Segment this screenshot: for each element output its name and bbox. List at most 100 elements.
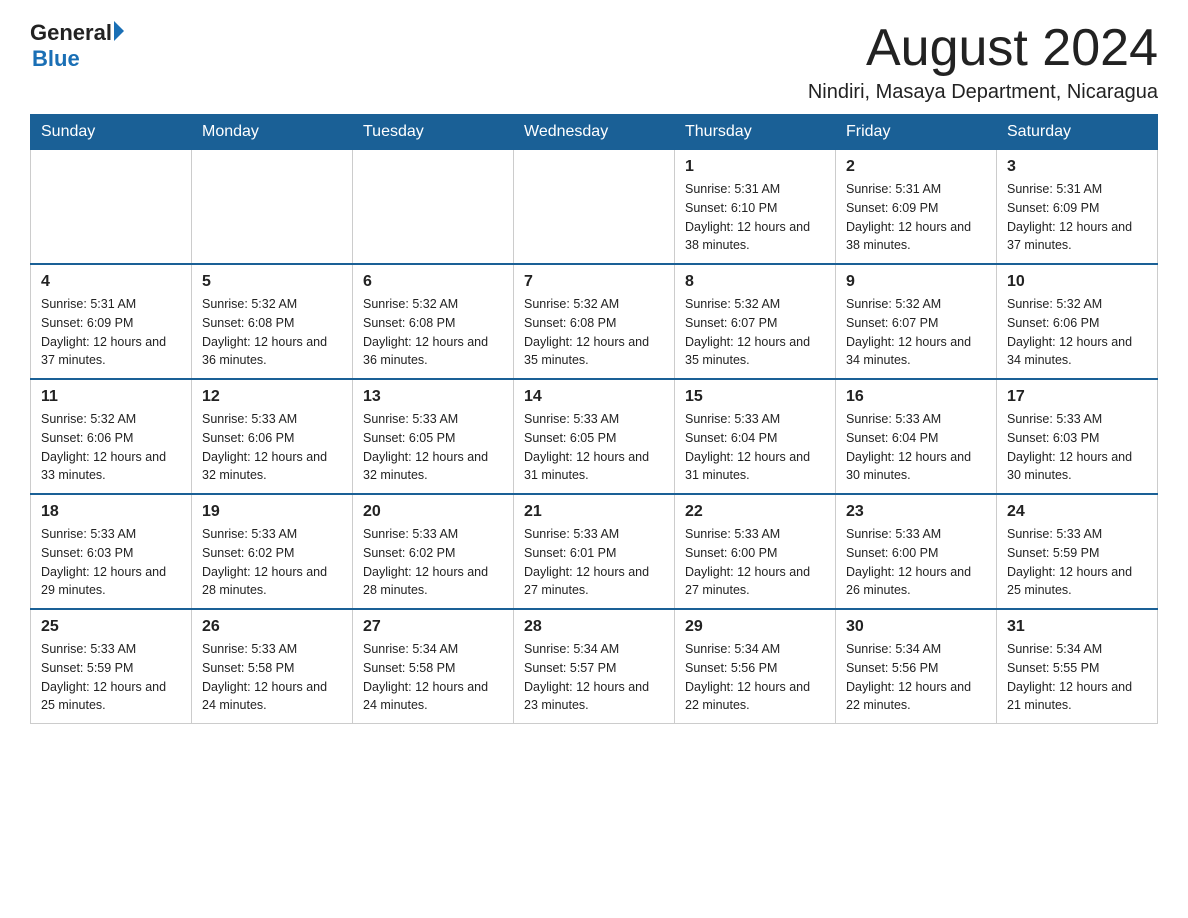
day-info: Sunrise: 5:33 AM Sunset: 6:03 PM Dayligh… <box>41 527 166 597</box>
day-info: Sunrise: 5:33 AM Sunset: 5:59 PM Dayligh… <box>1007 527 1132 597</box>
day-info: Sunrise: 5:33 AM Sunset: 6:05 PM Dayligh… <box>363 412 488 482</box>
calendar-cell: 13 Sunrise: 5:33 AM Sunset: 6:05 PM Dayli… <box>353 379 514 494</box>
calendar-week-row: 1 Sunrise: 5:31 AM Sunset: 6:10 PM Daylig… <box>31 150 1158 265</box>
day-number: 1 <box>685 158 825 176</box>
day-number: 7 <box>524 273 664 291</box>
day-number: 10 <box>1007 273 1147 291</box>
calendar-cell <box>353 150 514 265</box>
day-number: 18 <box>41 503 181 521</box>
calendar-cell: 31Sunrise: 5:34 AM Sunset: 5:55 PM Dayli… <box>997 609 1158 724</box>
calendar-cell: 21Sunrise: 5:33 AM Sunset: 6:01 PM Dayli… <box>514 494 675 609</box>
day-number: 26 <box>202 618 342 636</box>
calendar-cell: 20 Sunrise: 5:33 AM Sunset: 6:02 PM Dayli… <box>353 494 514 609</box>
day-number: 4 <box>41 273 181 291</box>
calendar-cell: 12 Sunrise: 5:33 AM Sunset: 6:06 PM Dayli… <box>192 379 353 494</box>
day-number: 2 <box>846 158 986 176</box>
day-info: Sunrise: 5:34 AM Sunset: 5:57 PM Dayligh… <box>524 642 649 712</box>
day-info: Sunrise: 5:32 AM Sunset: 6:06 PM Dayligh… <box>1007 297 1132 367</box>
day-number: 6 <box>363 273 503 291</box>
calendar-cell <box>192 150 353 265</box>
calendar-cell: 26 Sunrise: 5:33 AM Sunset: 5:58 PM Dayli… <box>192 609 353 724</box>
day-info: Sunrise: 5:32 AM Sunset: 6:07 PM Dayligh… <box>846 297 971 367</box>
calendar-table: SundayMondayTuesdayWednesdayThursdayFrid… <box>30 114 1158 724</box>
calendar-cell: 22Sunrise: 5:33 AM Sunset: 6:00 PM Dayli… <box>675 494 836 609</box>
day-info: Sunrise: 5:34 AM Sunset: 5:56 PM Dayligh… <box>685 642 810 712</box>
day-info: Sunrise: 5:33 AM Sunset: 6:04 PM Dayligh… <box>846 412 971 482</box>
day-info: Sunrise: 5:33 AM Sunset: 5:59 PM Dayligh… <box>41 642 166 712</box>
calendar-cell: 15Sunrise: 5:33 AM Sunset: 6:04 PM Dayli… <box>675 379 836 494</box>
calendar-week-row: 4 Sunrise: 5:31 AM Sunset: 6:09 PM Daylig… <box>31 264 1158 379</box>
day-number: 16 <box>846 388 986 406</box>
calendar-cell: 17 Sunrise: 5:33 AM Sunset: 6:03 PM Dayli… <box>997 379 1158 494</box>
day-number: 19 <box>202 503 342 521</box>
weekday-header-sunday: Sunday <box>31 115 192 150</box>
day-info: Sunrise: 5:31 AM Sunset: 6:09 PM Dayligh… <box>41 297 166 367</box>
calendar-week-row: 11Sunrise: 5:32 AM Sunset: 6:06 PM Dayli… <box>31 379 1158 494</box>
calendar-cell: 29Sunrise: 5:34 AM Sunset: 5:56 PM Dayli… <box>675 609 836 724</box>
calendar-cell: 28Sunrise: 5:34 AM Sunset: 5:57 PM Dayli… <box>514 609 675 724</box>
logo-arrow-icon <box>114 21 124 41</box>
calendar-cell: 8Sunrise: 5:32 AM Sunset: 6:07 PM Daylig… <box>675 264 836 379</box>
day-info: Sunrise: 5:31 AM Sunset: 6:09 PM Dayligh… <box>1007 182 1132 252</box>
day-number: 14 <box>524 388 664 406</box>
weekday-header-wednesday: Wednesday <box>514 115 675 150</box>
day-info: Sunrise: 5:33 AM Sunset: 6:02 PM Dayligh… <box>363 527 488 597</box>
calendar-cell: 19 Sunrise: 5:33 AM Sunset: 6:02 PM Dayli… <box>192 494 353 609</box>
day-info: Sunrise: 5:32 AM Sunset: 6:08 PM Dayligh… <box>202 297 327 367</box>
day-info: Sunrise: 5:34 AM Sunset: 5:56 PM Dayligh… <box>846 642 971 712</box>
calendar-cell: 2 Sunrise: 5:31 AM Sunset: 6:09 PM Daylig… <box>836 150 997 265</box>
day-number: 9 <box>846 273 986 291</box>
title-area: August 2024 Nindiri, Masaya Department, … <box>808 20 1158 104</box>
calendar-cell: 30 Sunrise: 5:34 AM Sunset: 5:56 PM Dayli… <box>836 609 997 724</box>
day-number: 3 <box>1007 158 1147 176</box>
calendar-cell: 7 Sunrise: 5:32 AM Sunset: 6:08 PM Daylig… <box>514 264 675 379</box>
day-info: Sunrise: 5:33 AM Sunset: 6:06 PM Dayligh… <box>202 412 327 482</box>
weekday-header-thursday: Thursday <box>675 115 836 150</box>
day-info: Sunrise: 5:32 AM Sunset: 6:07 PM Dayligh… <box>685 297 810 367</box>
day-info: Sunrise: 5:33 AM Sunset: 5:58 PM Dayligh… <box>202 642 327 712</box>
day-info: Sunrise: 5:31 AM Sunset: 6:10 PM Dayligh… <box>685 182 810 252</box>
day-number: 12 <box>202 388 342 406</box>
day-info: Sunrise: 5:33 AM Sunset: 6:00 PM Dayligh… <box>685 527 810 597</box>
day-number: 24 <box>1007 503 1147 521</box>
day-number: 17 <box>1007 388 1147 406</box>
calendar-cell: 25Sunrise: 5:33 AM Sunset: 5:59 PM Dayli… <box>31 609 192 724</box>
day-number: 30 <box>846 618 986 636</box>
calendar-week-row: 25Sunrise: 5:33 AM Sunset: 5:59 PM Dayli… <box>31 609 1158 724</box>
calendar-cell: 16 Sunrise: 5:33 AM Sunset: 6:04 PM Dayli… <box>836 379 997 494</box>
day-info: Sunrise: 5:32 AM Sunset: 6:08 PM Dayligh… <box>363 297 488 367</box>
day-info: Sunrise: 5:33 AM Sunset: 6:00 PM Dayligh… <box>846 527 971 597</box>
calendar-cell: 27Sunrise: 5:34 AM Sunset: 5:58 PM Dayli… <box>353 609 514 724</box>
day-info: Sunrise: 5:33 AM Sunset: 6:03 PM Dayligh… <box>1007 412 1132 482</box>
logo-blue-text: Blue <box>32 46 124 72</box>
calendar-cell: 4 Sunrise: 5:31 AM Sunset: 6:09 PM Daylig… <box>31 264 192 379</box>
day-info: Sunrise: 5:33 AM Sunset: 6:01 PM Dayligh… <box>524 527 649 597</box>
calendar-cell: 24 Sunrise: 5:33 AM Sunset: 5:59 PM Dayli… <box>997 494 1158 609</box>
logo: General Blue <box>30 20 124 72</box>
location-title: Nindiri, Masaya Department, Nicaragua <box>808 81 1158 104</box>
weekday-header-friday: Friday <box>836 115 997 150</box>
day-info: Sunrise: 5:33 AM Sunset: 6:05 PM Dayligh… <box>524 412 649 482</box>
calendar-cell: 10 Sunrise: 5:32 AM Sunset: 6:06 PM Dayli… <box>997 264 1158 379</box>
day-number: 20 <box>363 503 503 521</box>
calendar-cell: 1 Sunrise: 5:31 AM Sunset: 6:10 PM Daylig… <box>675 150 836 265</box>
day-number: 13 <box>363 388 503 406</box>
weekday-header-tuesday: Tuesday <box>353 115 514 150</box>
day-info: Sunrise: 5:33 AM Sunset: 6:02 PM Dayligh… <box>202 527 327 597</box>
logo-general-text: General <box>30 20 112 46</box>
month-title: August 2024 <box>808 20 1158 77</box>
calendar-cell: 9 Sunrise: 5:32 AM Sunset: 6:07 PM Daylig… <box>836 264 997 379</box>
calendar-cell <box>514 150 675 265</box>
day-number: 23 <box>846 503 986 521</box>
day-info: Sunrise: 5:32 AM Sunset: 6:08 PM Dayligh… <box>524 297 649 367</box>
weekday-header-saturday: Saturday <box>997 115 1158 150</box>
calendar-cell: 11Sunrise: 5:32 AM Sunset: 6:06 PM Dayli… <box>31 379 192 494</box>
day-info: Sunrise: 5:31 AM Sunset: 6:09 PM Dayligh… <box>846 182 971 252</box>
weekday-header-monday: Monday <box>192 115 353 150</box>
calendar-cell: 14 Sunrise: 5:33 AM Sunset: 6:05 PM Dayli… <box>514 379 675 494</box>
page-header: General Blue August 2024 Nindiri, Masaya… <box>30 20 1158 104</box>
calendar-cell: 18 Sunrise: 5:33 AM Sunset: 6:03 PM Dayli… <box>31 494 192 609</box>
day-number: 11 <box>41 388 181 406</box>
calendar-cell: 3 Sunrise: 5:31 AM Sunset: 6:09 PM Daylig… <box>997 150 1158 265</box>
day-number: 15 <box>685 388 825 406</box>
